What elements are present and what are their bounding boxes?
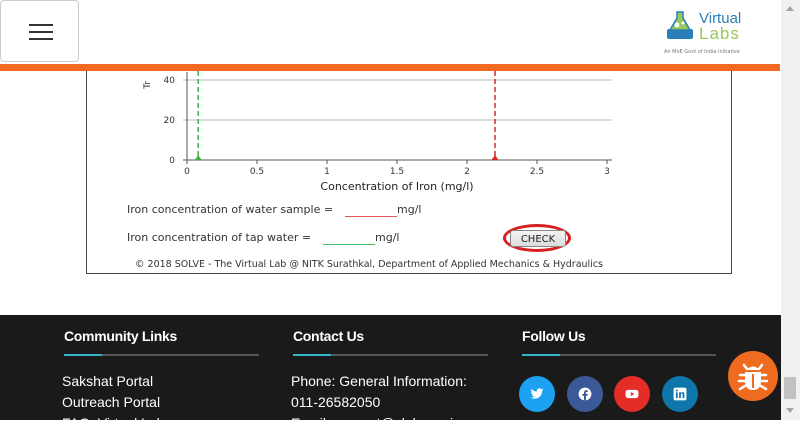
contact-phone-label: Phone: General Information: — [291, 373, 467, 389]
bug-report-button[interactable] — [728, 351, 778, 401]
facebook-button[interactable] — [567, 376, 603, 412]
twitter-button[interactable] — [519, 376, 555, 412]
marker-point-0 — [194, 155, 202, 160]
tap-water-unit: mg/l — [375, 231, 400, 244]
community-divider — [64, 354, 259, 356]
contact-divider — [293, 354, 488, 356]
follow-us-title: Follow Us — [522, 328, 586, 344]
faq-link[interactable]: FAQ: Virtual Labs — [62, 415, 171, 431]
logo-tagline: An MoE Govt of India Initiative — [664, 49, 740, 55]
water-sample-input[interactable] — [345, 216, 397, 217]
sakshat-portal-link[interactable]: Sakshat Portal — [62, 373, 153, 389]
water-sample-label: Iron concentration of water sample = — [127, 203, 334, 216]
x-tick-label: 2.5 — [530, 167, 544, 177]
bug-icon — [737, 363, 769, 391]
y-axis-label: Tr — [143, 81, 153, 90]
contact-us-title: Contact Us — [293, 328, 364, 344]
tap-water-input[interactable] — [323, 244, 375, 245]
copyright-text: © 2018 SOLVE - The Virtual Lab @ NITK Su… — [135, 259, 603, 270]
logo-text-labs: Labs — [699, 24, 740, 43]
site-header: Virtual Labs An MoE Govt of India Initia… — [0, 0, 780, 64]
hamburger-icon-bar — [29, 31, 53, 33]
linkedin-icon — [673, 387, 687, 401]
y-tick-label: 20 — [164, 116, 176, 126]
simulation-panel: 0 20 40 0 0.5 1 1.5 2 2.5 3 Tr Concentration of I… — [86, 71, 732, 274]
x-tick-label: 0 — [184, 167, 190, 177]
x-tick-label: 1.5 — [390, 167, 404, 177]
scroll-down-arrow-icon[interactable] — [786, 408, 794, 413]
x-tick-label: 2 — [464, 167, 470, 177]
x-axis-title: Concentration of Iron (mg/l) — [320, 180, 473, 193]
tap-water-label: Iron concentration of tap water = — [127, 231, 312, 244]
page-scrollbar[interactable] — [781, 0, 800, 420]
community-links-title: Community Links — [64, 328, 177, 344]
marker-point-1 — [491, 155, 499, 160]
x-tick-label: 1 — [324, 167, 330, 177]
linkedin-button[interactable] — [662, 376, 698, 412]
youtube-button[interactable] — [614, 376, 650, 412]
outreach-portal-link[interactable]: Outreach Portal — [62, 394, 160, 410]
calibration-chart: 0 20 40 0 0.5 1 1.5 2 2.5 3 Tr Concentration of I… — [143, 71, 612, 193]
follow-divider — [522, 354, 716, 356]
twitter-icon — [530, 388, 544, 399]
site-footer: Community Links Sakshat Portal Outreach … — [0, 315, 781, 431]
youtube-icon — [625, 389, 639, 399]
hamburger-icon — [29, 24, 53, 26]
menu-button[interactable] — [0, 0, 79, 62]
header-accent-bar — [0, 64, 780, 71]
facebook-icon — [578, 387, 592, 401]
y-tick-label: 0 — [169, 156, 175, 166]
contact-phone-number: 011-26582050 — [291, 394, 381, 410]
contact-email[interactable]: Email: support@vlabs.ac.in — [291, 415, 461, 431]
scrollbar-thumb[interactable] — [784, 377, 796, 399]
x-tick-label: 3 — [604, 167, 610, 177]
flask-icon — [667, 11, 693, 39]
scroll-up-arrow-icon[interactable] — [786, 6, 794, 11]
water-sample-unit: mg/l — [397, 203, 422, 216]
check-button[interactable]: CHECK — [510, 230, 566, 247]
virtual-labs-logo[interactable]: Virtual Labs An MoE Govt of India Initia… — [662, 8, 758, 60]
y-tick-label: 40 — [164, 76, 176, 86]
x-tick-label: 0.5 — [250, 167, 264, 177]
hamburger-icon-bar — [29, 38, 53, 40]
